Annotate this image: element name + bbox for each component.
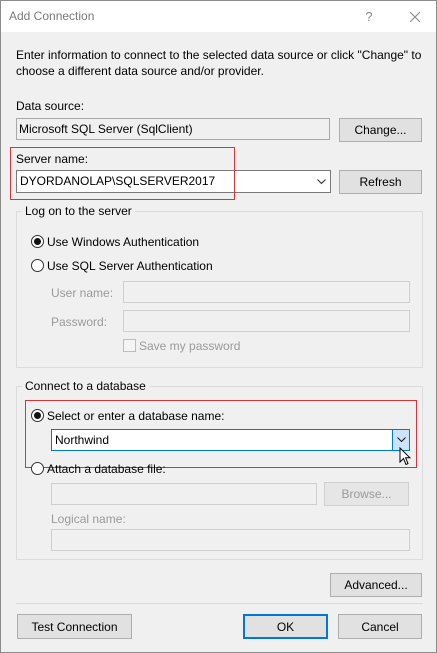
username-label: User name: — [51, 286, 114, 300]
database-group-title: Connect to a database — [22, 379, 149, 393]
test-connection-button[interactable]: Test Connection — [17, 614, 132, 639]
change-button[interactable]: Change... — [339, 118, 422, 142]
chevron-down-icon — [396, 437, 406, 443]
server-name-value: DYORDANOLAP\SQLSERVER2017 — [20, 174, 216, 188]
password-input[interactable] — [123, 310, 410, 332]
server-name-label: Server name: — [16, 152, 89, 166]
logical-name-label: Logical name: — [51, 512, 126, 526]
select-database-radio[interactable] — [31, 409, 44, 422]
database-name-combo[interactable]: Northwind — [51, 429, 410, 451]
ok-button-label: OK — [276, 619, 295, 634]
browse-button-label: Browse... — [341, 487, 392, 501]
data-source-value: Microsoft SQL Server (SqlClient) — [19, 122, 193, 136]
mouse-cursor-icon — [399, 447, 411, 466]
intro-text: Enter information to connect to the sele… — [16, 48, 422, 78]
refresh-button-label: Refresh — [359, 175, 402, 189]
advanced-button-label: Advanced... — [344, 578, 408, 592]
logical-name-input[interactable] — [51, 529, 410, 551]
help-icon: ? — [365, 9, 373, 24]
title-bar: Add Connection ? — [1, 1, 436, 32]
server-dropdown-arrow[interactable] — [313, 171, 330, 192]
help-button[interactable]: ? — [347, 1, 391, 32]
data-source-field: Microsoft SQL Server (SqlClient) — [16, 118, 330, 140]
attach-file-label[interactable]: Attach a database file: — [47, 462, 166, 476]
data-source-label: Data source: — [16, 99, 85, 113]
add-connection-dialog: Add Connection ? Enter information to co… — [0, 0, 437, 653]
sql-auth-radio[interactable] — [31, 259, 44, 272]
window-title: Add Connection — [9, 9, 95, 23]
cancel-button[interactable]: Cancel — [338, 614, 422, 639]
attach-file-radio[interactable] — [31, 462, 44, 475]
cancel-button-label: Cancel — [361, 619, 399, 634]
test-connection-label: Test Connection — [31, 619, 118, 634]
username-input[interactable] — [123, 281, 410, 303]
footer-divider — [16, 603, 423, 604]
close-icon — [410, 11, 420, 22]
advanced-button[interactable]: Advanced... — [330, 573, 422, 597]
refresh-button[interactable]: Refresh — [339, 170, 422, 194]
save-password-checkbox[interactable] — [123, 339, 136, 352]
chevron-down-icon — [317, 178, 326, 184]
windows-auth-radio[interactable] — [31, 235, 44, 248]
close-button[interactable] — [393, 1, 437, 32]
change-button-label: Change... — [354, 123, 407, 137]
logon-group-title: Log on to the server — [22, 204, 135, 218]
save-password-label[interactable]: Save my password — [139, 339, 240, 353]
database-name-value: Northwind — [55, 433, 110, 447]
attach-file-input[interactable] — [51, 483, 317, 505]
server-name-combo[interactable]: DYORDANOLAP\SQLSERVER2017 — [16, 170, 331, 193]
ok-button[interactable]: OK — [243, 614, 328, 639]
sql-auth-label[interactable]: Use SQL Server Authentication — [47, 259, 213, 273]
windows-auth-label[interactable]: Use Windows Authentication — [47, 235, 199, 249]
password-label: Password: — [51, 315, 108, 329]
select-database-label[interactable]: Select or enter a database name: — [47, 409, 224, 423]
browse-button[interactable]: Browse... — [324, 482, 409, 506]
